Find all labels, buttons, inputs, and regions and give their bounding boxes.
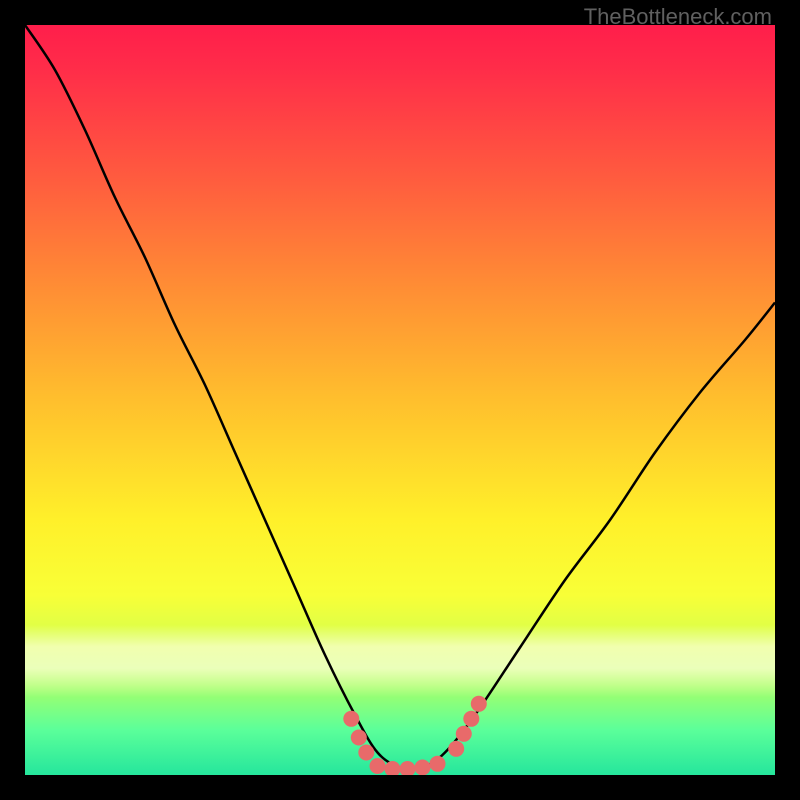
curve-marker [358, 745, 374, 761]
curve-markers [343, 696, 487, 775]
curve-marker [471, 696, 487, 712]
curve-marker [385, 761, 401, 775]
chart-frame: TheBottleneck.com [0, 0, 800, 800]
curve-marker [456, 726, 472, 742]
curve-marker [400, 761, 416, 775]
plot-area [25, 25, 775, 775]
curve-marker [370, 758, 386, 774]
curve-layer [25, 25, 775, 775]
bottleneck-curve [25, 25, 775, 769]
curve-marker [448, 741, 464, 757]
curve-marker [343, 711, 359, 727]
curve-marker [430, 756, 446, 772]
curve-marker [463, 711, 479, 727]
curve-marker [351, 730, 367, 746]
watermark-text: TheBottleneck.com [584, 4, 772, 30]
curve-marker [415, 760, 431, 776]
